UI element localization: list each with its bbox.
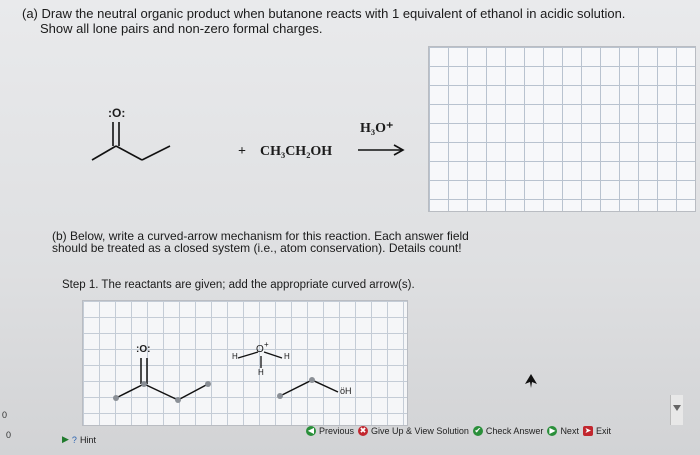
mech-h-right: H [284, 352, 290, 361]
help-icon: ? [71, 434, 77, 445]
question-part-a: (a) Draw the neutral organic product whe… [22, 6, 682, 36]
question-a-line2: Show all lone pairs and non-zero formal … [40, 21, 323, 36]
next-button[interactable]: ▶ Next [547, 426, 579, 436]
mech-h-left: H [232, 352, 238, 361]
hint-label: Hint [79, 434, 96, 445]
step-instruction: Step 1. The reactants are given; add the… [62, 279, 415, 291]
scrollbar[interactable] [670, 395, 683, 425]
mech-ketone-oxygen: :O: [136, 344, 151, 355]
mechanism-structures [113, 351, 339, 403]
mech-hydronium-oxygen: O [256, 344, 264, 355]
previous-label: Previous [319, 426, 355, 436]
mech-ethanol-oh: öH [340, 386, 352, 396]
check-icon: ✔ [472, 426, 483, 436]
question-part-b: (b) Below, write a curved-arrow mechanis… [52, 230, 472, 254]
reaction-arrow-icon [358, 144, 405, 156]
previous-icon: ◀ [306, 426, 316, 436]
butanone-structure [91, 122, 171, 161]
next-icon: ▶ [547, 426, 558, 436]
question-a-line1: (a) Draw the neutral organic product whe… [22, 6, 626, 21]
mech-hydronium-charge: + [264, 340, 269, 349]
previous-button[interactable]: ◀ Previous [306, 426, 354, 436]
plus-sign: + [238, 144, 246, 159]
mech-h-bottom: H [258, 368, 264, 377]
drawing-canvas-a[interactable] [428, 46, 696, 212]
give-up-label: Give Up & View Solution [371, 426, 469, 436]
action-toolbar: ◀ Previous ✖ Give Up & View Solution ✔ C… [306, 424, 611, 438]
exit-icon: ➤ [582, 426, 593, 436]
check-answer-label: Check Answer [485, 426, 544, 436]
exit-label: Exit [595, 426, 611, 436]
edge-number-1: 0 [2, 410, 8, 420]
catalyst-label: H₃O⁺ [360, 121, 394, 136]
hint-toggle[interactable]: ▶ ? Hint [62, 434, 96, 445]
cursor-icon [525, 374, 537, 388]
edge-number-2: 0 [6, 430, 12, 440]
triangle-right-icon: ▶ [62, 434, 69, 444]
give-up-button[interactable]: ✖ Give Up & View Solution [358, 426, 469, 436]
give-up-icon: ✖ [358, 426, 369, 436]
ethanol-formula: CH₃CH₂OH [260, 144, 333, 159]
exit-button[interactable]: ➤ Exit [582, 426, 611, 436]
butanone-oxygen: :O: [108, 106, 126, 120]
next-label: Next [560, 426, 579, 436]
question-b-line2: should be treated as a closed system (i.… [52, 241, 462, 255]
check-answer-button[interactable]: ✔ Check Answer [472, 426, 544, 436]
